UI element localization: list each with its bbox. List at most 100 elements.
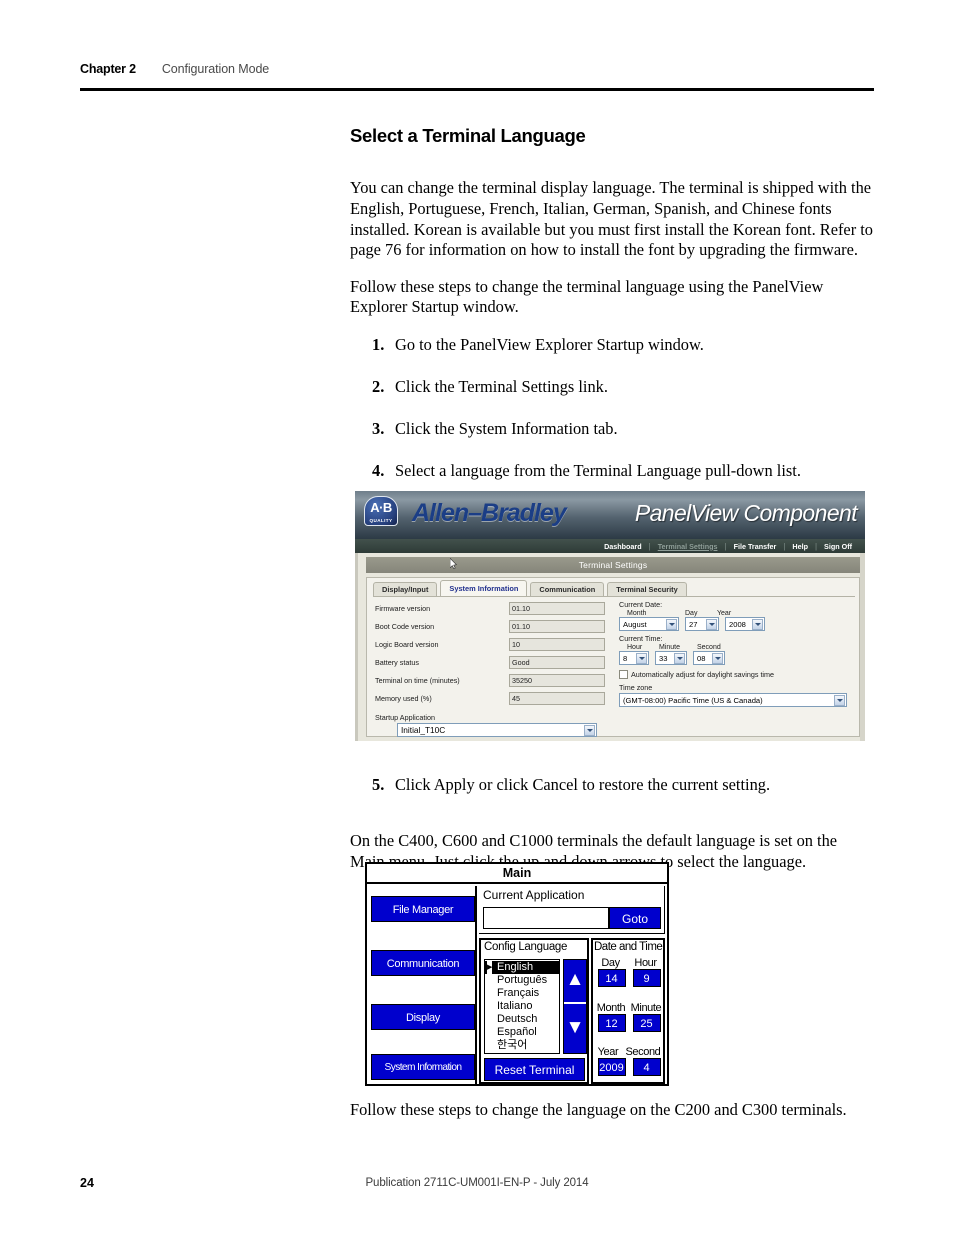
- chevron-down-icon[interactable]: [584, 725, 595, 736]
- steps-list: Go to the PanelView Explorer Startup win…: [350, 335, 874, 481]
- list-item[interactable]: Italiano: [485, 1000, 559, 1013]
- page-title: Select a Terminal Language: [350, 125, 586, 146]
- daylight-savings-checkbox[interactable]: [619, 670, 628, 679]
- month-select[interactable]: August: [619, 617, 679, 631]
- year-value[interactable]: 2009: [597, 1058, 626, 1076]
- list-item[interactable]: 한국어: [485, 1039, 559, 1052]
- field-value: 01.10: [509, 602, 605, 615]
- chevron-down-icon[interactable]: [752, 619, 763, 630]
- paragraph-c200-c300: Follow these steps to change the languag…: [350, 1100, 847, 1119]
- hour-value[interactable]: 9: [632, 969, 661, 987]
- second-header: Second: [697, 644, 721, 651]
- second-select[interactable]: 08: [693, 651, 725, 665]
- day-value[interactable]: 14: [597, 969, 626, 987]
- hour-value: 8: [623, 654, 628, 663]
- panelview-banner: A·B QUALITY Allen–Bradley PanelView Comp…: [355, 491, 865, 539]
- minute-label: Minute: [630, 1002, 662, 1014]
- step-item: Click the Terminal Settings link.: [372, 376, 608, 397]
- minute-value[interactable]: 25: [632, 1014, 661, 1032]
- chevron-down-icon[interactable]: [834, 695, 845, 706]
- nav-link-dashboard[interactable]: Dashboard: [597, 542, 649, 551]
- month-minute-labels: Month Minute: [594, 1002, 664, 1014]
- chevron-down-icon[interactable]: [636, 653, 647, 664]
- year-label: Year: [597, 1046, 619, 1058]
- list-item[interactable]: Español: [485, 1026, 559, 1039]
- list-item[interactable]: English: [485, 961, 559, 974]
- reset-terminal-button[interactable]: Reset Terminal: [484, 1058, 585, 1081]
- chevron-down-icon[interactable]: [666, 619, 677, 630]
- chevron-down-icon[interactable]: [674, 653, 685, 664]
- chevron-down-icon[interactable]: [706, 619, 717, 630]
- year-second-pair: Year Second 2009 4: [594, 1046, 664, 1076]
- field-row-terminal-on-time: Terminal on time (minutes) 35250: [375, 674, 615, 690]
- intro-paragraph-2: Follow these steps to change the termina…: [350, 276, 824, 317]
- year-second-values: 2009 4: [594, 1058, 664, 1076]
- step-item: Click Apply or click Cancel to restore t…: [372, 775, 771, 795]
- step-item: Select a language from the Terminal Lang…: [372, 460, 801, 481]
- steps-list-continued: Click Apply or click Cancel to restore t…: [350, 775, 874, 795]
- system-info-left-column: Firmware version 01.10 Boot Code version…: [375, 602, 615, 741]
- nav-link-help[interactable]: Help: [785, 542, 815, 551]
- year-select[interactable]: 2008: [725, 617, 765, 631]
- display-button[interactable]: Display: [371, 1004, 475, 1030]
- list-item[interactable]: Português: [485, 974, 559, 987]
- daylight-savings-row[interactable]: Automatically adjust for daylight saving…: [619, 670, 855, 679]
- day-hour-pair: Day Hour 14 9: [594, 957, 664, 987]
- goto-button[interactable]: Goto: [609, 907, 661, 929]
- startup-application-label: Startup Application: [375, 713, 435, 722]
- year-second-labels: Year Second: [594, 1046, 664, 1058]
- date-and-time-group: Date and Time Day Hour 14 9 Month Minute…: [591, 938, 665, 1084]
- field-value: 10: [509, 638, 605, 651]
- chevron-down-icon[interactable]: [712, 653, 723, 664]
- panelview-navbar: Dashboard | Terminal Settings | File Tra…: [355, 539, 865, 553]
- field-label: Boot Code version: [375, 622, 435, 631]
- tab-display-input[interactable]: Display/Input: [373, 582, 438, 596]
- field-value: Good: [509, 656, 605, 669]
- second-value[interactable]: 4: [632, 1058, 661, 1076]
- nav-link-terminal-settings[interactable]: Terminal Settings: [651, 542, 725, 551]
- field-value: 35250: [509, 674, 605, 687]
- hour-select[interactable]: 8: [619, 651, 649, 665]
- day-hour-labels: Day Hour: [594, 957, 664, 969]
- nav-link-file-transfer[interactable]: File Transfer: [727, 542, 784, 551]
- tab-communication[interactable]: Communication: [530, 582, 605, 596]
- communication-button[interactable]: Communication: [371, 950, 475, 976]
- current-application-input[interactable]: [483, 907, 609, 929]
- field-label: Firmware version: [375, 604, 431, 613]
- list-item[interactable]: Deutsch: [485, 1013, 559, 1026]
- minute-select[interactable]: 33: [655, 651, 687, 665]
- mouse-cursor-icon: [450, 558, 457, 569]
- time-zone-value: (GMT-08:00) Pacific Time (US & Canada): [623, 696, 763, 705]
- startup-application-select[interactable]: Initial_T10C: [397, 723, 597, 737]
- time-zone-select[interactable]: (GMT-08:00) Pacific Time (US & Canada): [619, 693, 847, 707]
- field-value: 01.10: [509, 620, 605, 633]
- field-label: Logic Board version: [375, 640, 439, 649]
- terminal-settings-window: Terminal Settings Display/Input System I…: [355, 553, 865, 741]
- nav-link-sign-off[interactable]: Sign Off: [817, 542, 859, 551]
- tab-terminal-security[interactable]: Terminal Security: [607, 582, 687, 596]
- system-information-button[interactable]: System Information: [371, 1054, 475, 1080]
- list-item[interactable]: Français: [485, 987, 559, 1000]
- daylight-savings-label: Automatically adjust for daylight saving…: [631, 670, 775, 679]
- current-date-fields: August 27 2008: [619, 617, 855, 631]
- day-value: 27: [689, 620, 698, 629]
- scroll-down-arrow-icon[interactable]: ▼: [566, 1016, 585, 1038]
- running-header: Chapter 2 Configuration Mode: [80, 62, 874, 76]
- day-select[interactable]: 27: [685, 617, 719, 631]
- config-language-label: Config Language: [484, 941, 568, 953]
- scroll-up-arrow-icon[interactable]: ▲: [566, 968, 585, 990]
- file-manager-button[interactable]: File Manager: [371, 896, 475, 922]
- month-header: Month: [627, 610, 647, 617]
- chapter-topic: Configuration Mode: [161, 62, 270, 76]
- year-value: 2008: [729, 620, 746, 629]
- scroll-divider: [564, 1002, 586, 1004]
- vertical-scrollbar[interactable]: [860, 553, 865, 741]
- current-application-label: Current Application: [483, 888, 585, 902]
- current-time-label: Current Time:: [619, 634, 663, 643]
- config-language-list[interactable]: English Português Français Italiano Deut…: [484, 959, 560, 1054]
- date-and-time-label: Date and Time: [594, 941, 663, 953]
- ab-quality-text: QUALITY: [369, 518, 393, 523]
- month-value[interactable]: 12: [597, 1014, 626, 1032]
- tab-system-information[interactable]: System Information: [440, 580, 528, 596]
- figure-panelview-terminal-settings: A·B QUALITY Allen–Bradley PanelView Comp…: [355, 491, 865, 741]
